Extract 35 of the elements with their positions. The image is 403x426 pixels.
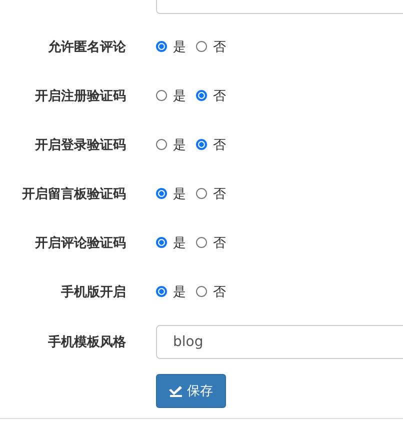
option-label: 否: [213, 88, 226, 104]
setting-label: 开启评论验证码: [34, 234, 126, 252]
save-button[interactable]: 保存: [156, 374, 226, 408]
radio-button[interactable]: [156, 237, 167, 248]
option-label: 否: [213, 284, 226, 300]
radio-button[interactable]: [196, 139, 207, 150]
option-label: 是: [173, 136, 186, 154]
option-label: 否: [213, 186, 226, 202]
radio-button[interactable]: [196, 90, 207, 101]
input-field[interactable]: [156, 0, 403, 14]
setting-label: 允许匿名评论: [47, 38, 126, 56]
radio-button[interactable]: [196, 41, 207, 52]
setting-label: 开启留言板验证码: [21, 186, 126, 202]
option-label: 是: [173, 284, 186, 300]
input-field[interactable]: blog: [156, 325, 403, 359]
field-label: 手机模板风格: [47, 334, 126, 351]
radio-button[interactable]: [156, 90, 167, 101]
setting-label: 开启注册验证码: [34, 88, 126, 104]
option-label: 否: [213, 234, 226, 252]
option-label: 否: [213, 38, 226, 56]
setting-label: 手机版开启: [60, 284, 126, 300]
option-label: 是: [173, 88, 186, 104]
radio-button[interactable]: [156, 139, 167, 150]
radio-button[interactable]: [196, 286, 207, 297]
option-label: 否: [213, 136, 226, 154]
option-label: 是: [173, 38, 186, 56]
option-label: 是: [173, 234, 186, 252]
radio-button[interactable]: [196, 237, 207, 248]
setting-label: 开启登录验证码: [34, 136, 126, 154]
radio-button[interactable]: [156, 41, 167, 52]
radio-button[interactable]: [156, 188, 167, 199]
radio-button[interactable]: [156, 286, 167, 297]
option-label: 是: [173, 186, 186, 202]
radio-button[interactable]: [196, 188, 207, 199]
check-icon: [169, 385, 182, 397]
